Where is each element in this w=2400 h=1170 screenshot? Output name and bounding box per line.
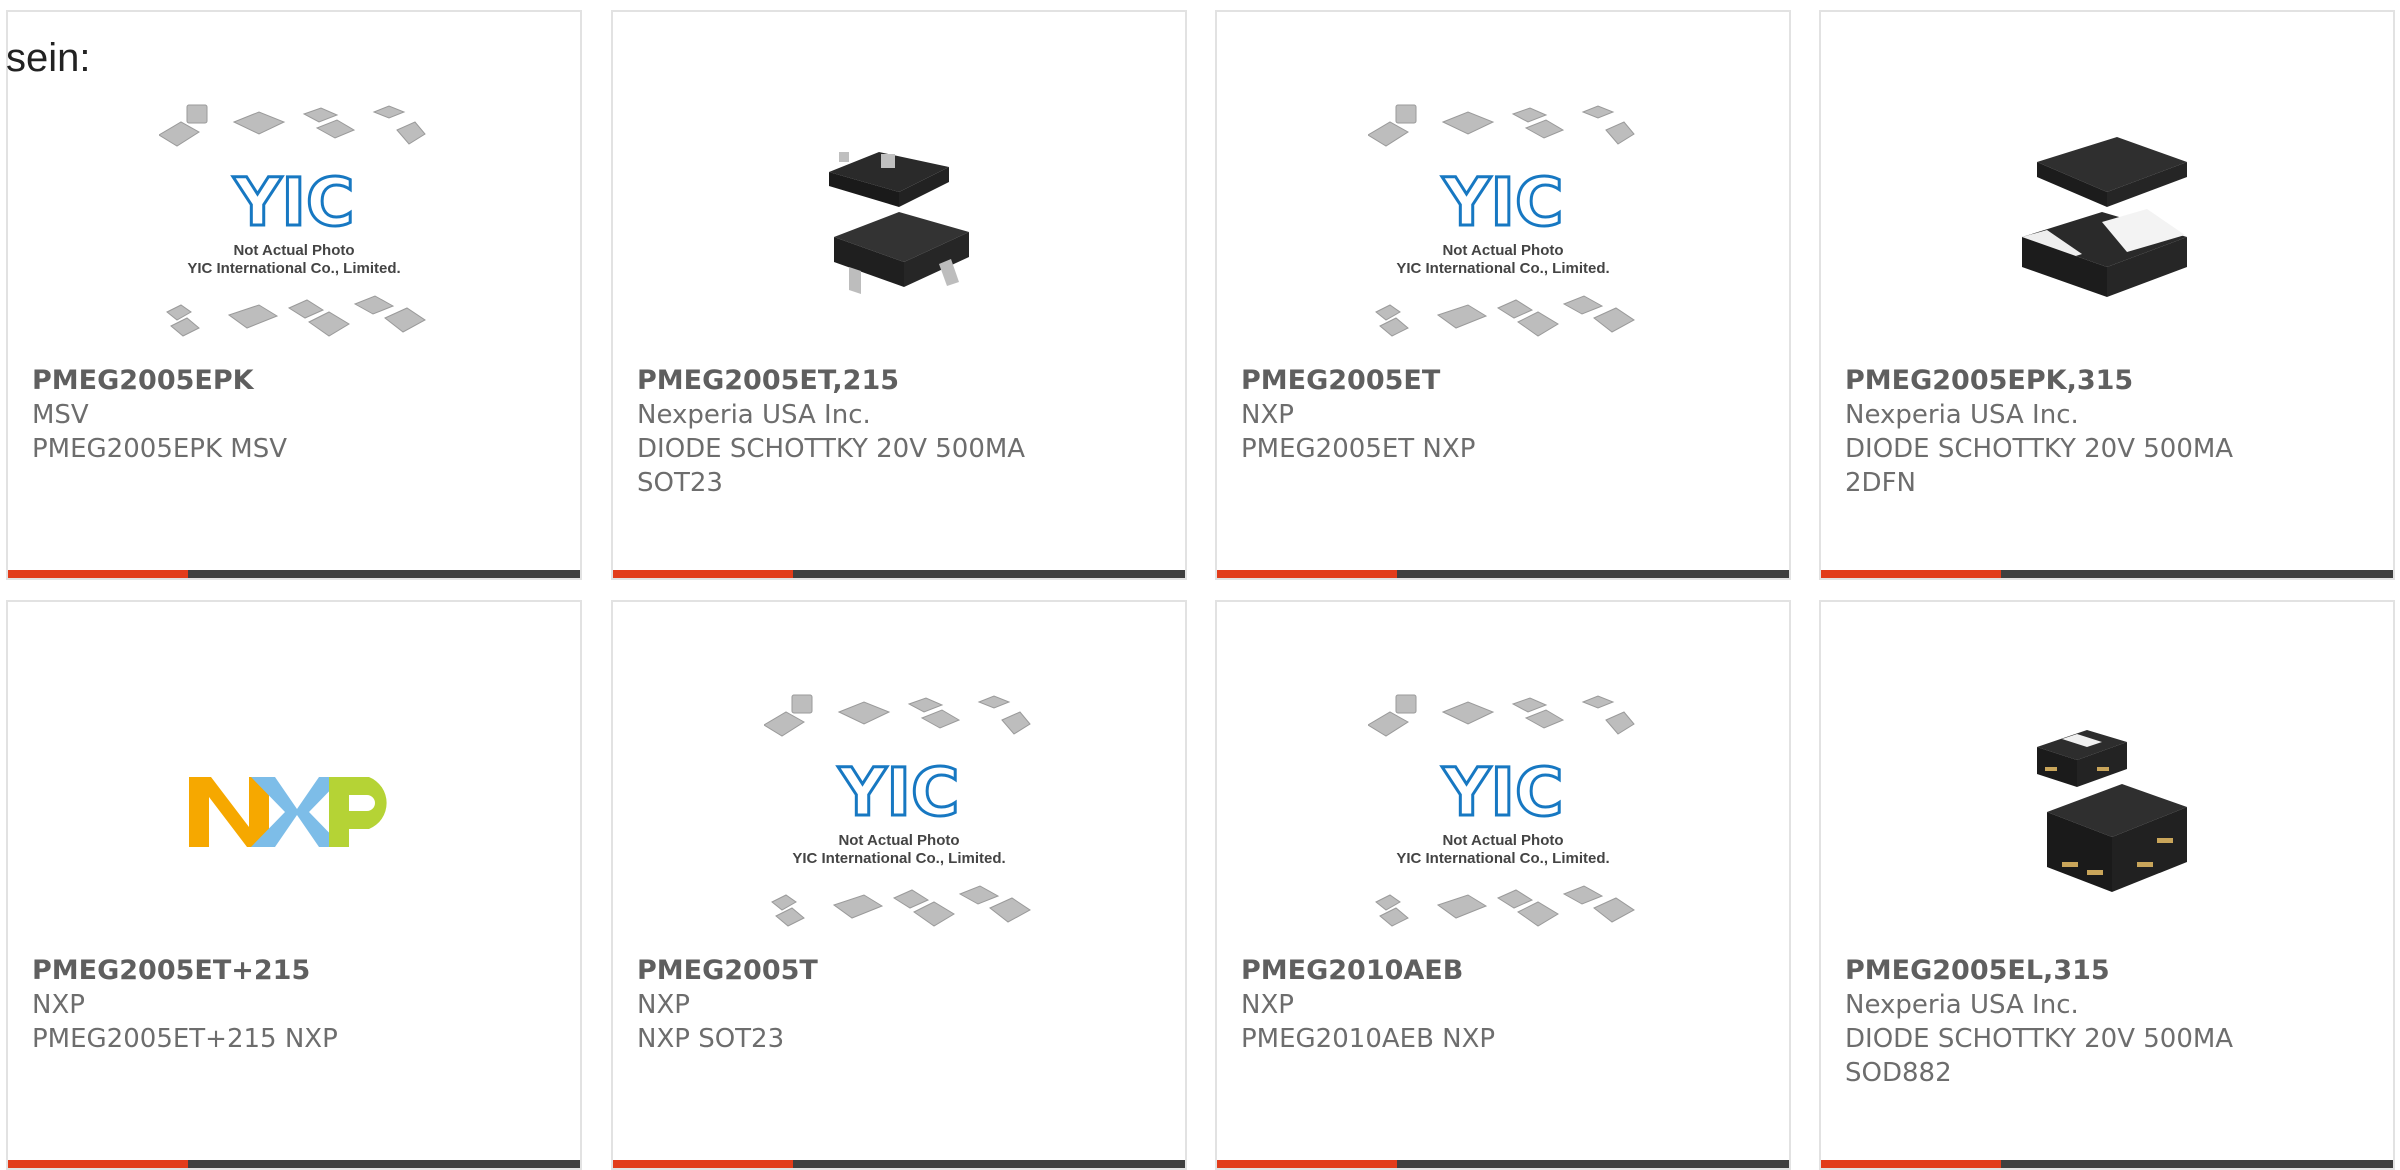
product-description: PMEG2005ET+215 NXP	[32, 1024, 338, 1054]
product-part-number[interactable]: PMEG2010AEB	[1241, 954, 1765, 988]
svg-text:Not Actual Photo: Not Actual Photo	[1442, 242, 1563, 259]
product-description: PMEG2010AEB NXP	[1241, 1024, 1496, 1054]
svg-text:Not Actual Photo: Not Actual Photo	[838, 832, 959, 849]
svg-text:YIC International Co., Limited: YIC International Co., Limited.	[1396, 850, 1609, 867]
product-part-number[interactable]: PMEG2005EL,315	[1845, 954, 2369, 988]
product-card[interactable]: PMEG2005EPK,315 Nexperia USA Inc. DIODE …	[1819, 10, 2395, 580]
product-card[interactable]: PMEG2005EL,315 Nexperia USA Inc. DIODE S…	[1819, 600, 2395, 1170]
product-part-number[interactable]: PMEG2005T	[637, 954, 1161, 988]
svg-text:YIC International Co., Limited: YIC International Co., Limited.	[187, 260, 400, 277]
product-part-number[interactable]: PMEG2005ET,215	[637, 364, 1161, 398]
product-manufacturer: Nexperia USA Inc.	[1845, 400, 2079, 430]
yic-placeholder-image: YICNot Actual PhotoYIC International Co.…	[1368, 104, 1635, 337]
product-description: PMEG2005EPK MSV	[32, 434, 287, 464]
svg-text:YIC International Co., Limited: YIC International Co., Limited.	[792, 850, 1005, 867]
product-image-sod882	[1821, 672, 2393, 952]
product-card[interactable]: YIC Not Actual Photo YIC International Co.…	[1215, 600, 1791, 1170]
svg-text:YIC International Co., Limited: YIC International Co., Limited.	[1396, 260, 1609, 277]
product-description: DIODE SCHOTTKY 20V 500MA 2DFN	[1845, 434, 2234, 498]
product-card[interactable]: YIC Not Actual Photo YIC International Co.…	[611, 600, 1187, 1170]
product-card[interactable]: PMEG2005ET,215 Nexperia USA Inc. DIODE S…	[611, 10, 1187, 580]
product-part-number[interactable]: PMEG2005EPK,315	[1845, 364, 2369, 398]
product-image-placeholder: YIC Not Actual Photo YIC International Co.…	[8, 82, 580, 362]
product-image-nxp-logo	[8, 672, 580, 952]
product-image-placeholder: YIC Not Actual Photo YIC International Co.…	[1217, 672, 1789, 952]
svg-text:Not Actual Photo: Not Actual Photo	[233, 242, 354, 259]
product-part-number[interactable]: PMEG2005ET+215	[32, 954, 556, 988]
sod882-package-image	[2037, 730, 2187, 892]
product-card[interactable]: YIC Not Actual Photo YIC International Co.…	[1215, 10, 1791, 580]
product-description: DIODE SCHOTTKY 20V 500MA SOD882	[1845, 1024, 2234, 1088]
product-card[interactable]: YIC Not Actual Photo YIC International Co.…	[6, 10, 582, 580]
product-part-number[interactable]: PMEG2005ET	[1241, 364, 1765, 398]
product-manufacturer: MSV	[32, 400, 89, 430]
svg-text:Not Actual Photo: Not Actual Photo	[1442, 832, 1563, 849]
card-accent-bar	[1821, 570, 2393, 578]
product-grid: YIC Not Actual Photo YIC International Co.…	[0, 0, 2400, 1170]
nxp-logo	[189, 777, 387, 847]
intro-text: sein:	[6, 36, 91, 80]
product-manufacturer: NXP	[1241, 400, 1294, 430]
product-image-sot23	[613, 82, 1185, 362]
svg-text:YIC: YIC	[1442, 164, 1564, 241]
card-accent-bar	[8, 570, 580, 578]
product-description: PMEG2005ET NXP	[1241, 434, 1476, 464]
svg-text:YIC: YIC	[1442, 754, 1564, 831]
dfn-package-image	[2022, 137, 2187, 297]
yic-placeholder-image: YICNot Actual PhotoYIC International Co.…	[764, 694, 1031, 927]
product-card[interactable]: PMEG2005ET+215 NXP PMEG2005ET+215 NXP	[6, 600, 582, 1170]
product-description: DIODE SCHOTTKY 20V 500MA SOT23	[637, 434, 1026, 498]
product-part-number[interactable]: PMEG2005EPK	[32, 364, 556, 398]
card-accent-bar	[613, 570, 1185, 578]
yic-placeholder-image: YICNot Actual PhotoYIC International Co.…	[159, 104, 426, 337]
product-manufacturer: NXP	[32, 990, 85, 1020]
yic-placeholder-image: YICNot Actual PhotoYIC International Co.…	[1368, 694, 1635, 927]
product-manufacturer: NXP	[1241, 990, 1294, 1020]
svg-text:YIC: YIC	[233, 164, 355, 241]
svg-text:YIC: YIC	[838, 754, 960, 831]
card-accent-bar	[1217, 570, 1789, 578]
product-description: NXP SOT23	[637, 1024, 785, 1054]
product-image-dfn	[1821, 82, 2393, 362]
product-manufacturer: Nexperia USA Inc.	[637, 400, 871, 430]
product-image-placeholder: YIC Not Actual Photo YIC International Co.…	[1217, 82, 1789, 362]
product-image-placeholder: YIC Not Actual Photo YIC International Co.…	[613, 672, 1185, 952]
sot23-package-image	[799, 122, 999, 322]
product-manufacturer: Nexperia USA Inc.	[1845, 990, 2079, 1020]
product-manufacturer: NXP	[637, 990, 690, 1020]
